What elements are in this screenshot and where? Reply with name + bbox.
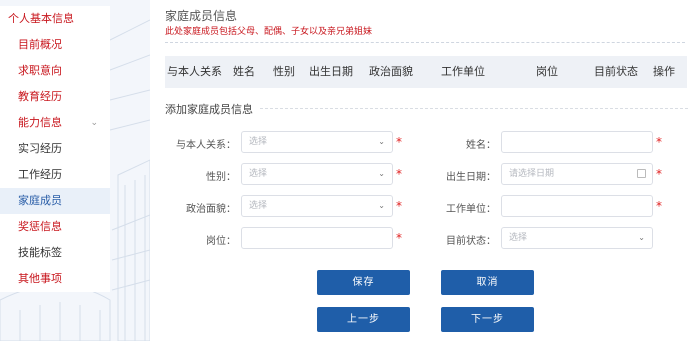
sidebar-item-label: 个人基本信息 <box>8 12 74 25</box>
sidebar-item-label: 目前概况 <box>18 38 62 51</box>
sidebar-item-label: 其他事项 <box>18 272 62 285</box>
employer-label: 工作单位： <box>446 204 496 215</box>
column-header: 与本人关系 <box>167 65 222 78</box>
column-header: 出生日期 <box>309 65 353 78</box>
divider <box>165 42 685 43</box>
column-header: 岗位 <box>536 65 558 78</box>
relation-select[interactable]: 选择 ⌄ <box>241 131 393 153</box>
cancel-button[interactable]: 取消 <box>441 270 534 295</box>
column-header: 政治面貌 <box>369 65 413 78</box>
page-title: 家庭成员信息 <box>165 9 238 23</box>
sidebar-item-basic-info[interactable]: 个人基本信息 <box>0 6 110 32</box>
sidebar-item-job-intention[interactable]: 求职意向 <box>0 58 110 84</box>
chevron-down-icon: ⌄ <box>638 233 645 242</box>
status-label: 目前状态： <box>446 236 496 247</box>
divider <box>260 108 688 109</box>
column-header: 工作单位 <box>441 65 485 78</box>
required-mark: * <box>396 135 402 149</box>
sidebar-item-skills[interactable]: 技能标签 <box>0 240 110 266</box>
status-select[interactable]: 选择 ⌄ <box>501 227 653 249</box>
column-header: 姓名 <box>233 65 255 78</box>
birthdate-placeholder: 请选择日期 <box>509 169 555 179</box>
prev-step-button[interactable]: 上一步 <box>317 307 410 332</box>
status-select-value: 选择 <box>509 233 528 243</box>
political-label: 政治面貌： <box>186 204 236 215</box>
political-select[interactable]: 选择 ⌄ <box>241 195 393 217</box>
main-content: 家庭成员信息 此处家庭成员包括父母、配偶、子女以及亲兄弟姐妹 与本人关系 姓名 … <box>150 0 691 341</box>
position-label: 岗位： <box>206 236 236 247</box>
table-header: 与本人关系 姓名 性别 出生日期 政治面貌 工作单位 岗位 目前状态 操作 <box>165 56 687 88</box>
required-mark: * <box>396 199 402 213</box>
sidebar-item-internship[interactable]: 实习经历 <box>0 136 110 162</box>
birthdate-picker[interactable]: 请选择日期 <box>501 163 653 185</box>
sidebar-item-label: 技能标签 <box>18 246 62 259</box>
calendar-icon <box>637 169 646 178</box>
required-mark: * <box>396 167 402 181</box>
column-header: 性别 <box>273 65 295 78</box>
required-mark: * <box>396 231 402 245</box>
sidebar: 个人基本信息 目前概况 求职意向 教育经历 能力信息 ⌄ 实习经历 工作经历 家庭… <box>0 0 150 341</box>
required-mark: * <box>656 199 662 213</box>
position-input[interactable] <box>241 227 393 249</box>
relation-select-value: 选择 <box>249 137 268 147</box>
employer-input[interactable] <box>501 195 653 217</box>
next-step-button[interactable]: 下一步 <box>441 307 534 332</box>
sidebar-item-work-experience[interactable]: 工作经历 <box>0 162 110 188</box>
sidebar-item-label: 实习经历 <box>18 142 62 155</box>
relation-label: 与本人关系： <box>176 140 236 151</box>
sidebar-menu: 个人基本信息 目前概况 求职意向 教育经历 能力信息 ⌄ 实习经历 工作经历 家庭… <box>0 6 110 292</box>
sidebar-item-label: 能力信息 <box>18 116 62 129</box>
sidebar-item-other[interactable]: 其他事项 <box>0 266 110 292</box>
birthdate-label: 出生日期： <box>446 172 496 183</box>
sidebar-item-ability[interactable]: 能力信息 ⌄ <box>0 110 110 136</box>
chevron-down-icon: ⌄ <box>90 118 98 128</box>
sidebar-item-label: 工作经历 <box>18 168 62 181</box>
gender-label: 性别： <box>206 172 236 183</box>
sidebar-item-rewards[interactable]: 奖惩信息 <box>0 214 110 240</box>
form-title: 添加家庭成员信息 <box>165 103 253 116</box>
sidebar-item-label: 奖惩信息 <box>18 220 62 233</box>
gender-select[interactable]: 选择 ⌄ <box>241 163 393 185</box>
column-header: 操作 <box>653 65 675 78</box>
chevron-down-icon: ⌄ <box>378 169 385 178</box>
required-mark: * <box>656 135 662 149</box>
save-button[interactable]: 保存 <box>317 270 410 295</box>
section-note: 此处家庭成员包括父母、配偶、子女以及亲兄弟姐妹 <box>165 27 373 37</box>
gender-select-value: 选择 <box>249 169 268 179</box>
name-input[interactable] <box>501 131 653 153</box>
chevron-down-icon: ⌄ <box>378 201 385 210</box>
column-header: 目前状态 <box>594 65 638 78</box>
sidebar-item-label: 教育经历 <box>18 90 62 103</box>
name-label: 姓名： <box>466 140 496 151</box>
sidebar-item-current-status[interactable]: 目前概况 <box>0 32 110 58</box>
sidebar-item-label: 家庭成员 <box>18 194 62 207</box>
chevron-down-icon: ⌄ <box>378 137 385 146</box>
sidebar-item-family[interactable]: 家庭成员 <box>0 188 110 214</box>
sidebar-item-education[interactable]: 教育经历 <box>0 84 110 110</box>
political-select-value: 选择 <box>249 201 268 211</box>
sidebar-item-label: 求职意向 <box>18 64 62 77</box>
required-mark: * <box>656 167 662 181</box>
